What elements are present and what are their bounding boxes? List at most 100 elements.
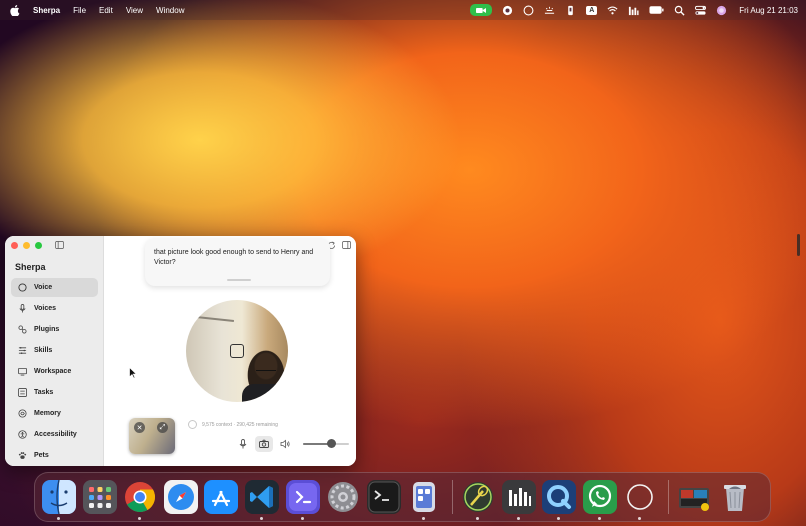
bubble-drag-handle[interactable] — [227, 279, 251, 281]
spotlight-search-icon[interactable] — [674, 5, 685, 16]
compass-icon[interactable] — [523, 5, 534, 16]
sidebar-item-accessibility[interactable]: Accessibility — [11, 425, 98, 444]
dock-terminal[interactable] — [366, 480, 401, 514]
menu-edit[interactable]: Edit — [99, 6, 113, 15]
menu-app-name[interactable]: Sherpa — [33, 6, 60, 15]
running-indicator — [422, 517, 426, 520]
dock-safari[interactable] — [163, 480, 198, 514]
menu-window[interactable]: Window — [156, 6, 184, 15]
volume-slider-knob[interactable] — [327, 439, 337, 448]
mouse-cursor-icon — [129, 367, 137, 379]
close-window-button[interactable] — [11, 242, 18, 249]
sidebar-item-memory[interactable]: Memory — [11, 404, 98, 423]
running-indicator — [138, 517, 142, 520]
dock-trash[interactable] — [718, 480, 752, 514]
dock-simulator[interactable] — [407, 480, 441, 520]
control-center-icon[interactable] — [695, 5, 707, 16]
stats-app-icon — [501, 480, 536, 514]
sidebar-item-skills[interactable]: Skills — [11, 341, 98, 360]
running-indicator — [475, 517, 479, 520]
camera-icon — [259, 439, 269, 448]
dock-whatsapp[interactable] — [582, 480, 617, 520]
terminal-icon — [366, 480, 401, 514]
facetime-camera-icon[interactable] — [470, 4, 493, 16]
context-status: 9,575 context · 290,425 remaining — [188, 420, 278, 429]
minimize-window-button[interactable] — [23, 242, 30, 249]
brightness-icon[interactable] — [544, 5, 555, 16]
dock-finder[interactable] — [42, 480, 76, 520]
preview-detail — [242, 384, 288, 402]
trash-icon — [723, 485, 746, 511]
desktop-edge-handle[interactable] — [797, 234, 800, 256]
sidebar-item-workspace[interactable]: Workspace — [11, 362, 98, 381]
running-indicator — [300, 517, 304, 520]
camera-preview[interactable] — [186, 300, 288, 402]
paw-icon — [17, 451, 27, 461]
menu-file[interactable]: File — [73, 6, 86, 15]
dock — [34, 472, 771, 522]
stats-icon[interactable] — [628, 5, 639, 16]
dock-launchpad[interactable] — [82, 480, 117, 514]
apple-menu-icon[interactable] — [10, 4, 20, 16]
record-icon[interactable] — [502, 5, 513, 16]
dock-circle-app[interactable] — [623, 480, 657, 520]
sidebar-item-label: Skills — [34, 347, 53, 354]
dock-recent-documents[interactable] — [677, 480, 711, 514]
panel-toggle-icon[interactable] — [342, 241, 351, 249]
dock-app-store[interactable] — [204, 480, 239, 514]
battery-icon[interactable] — [649, 5, 664, 16]
launchpad-icon — [82, 480, 117, 514]
skills-icon — [17, 346, 27, 356]
safari-icon — [163, 480, 198, 514]
menu-view[interactable]: View — [126, 6, 143, 15]
sidebar-toggle-icon[interactable] — [55, 241, 64, 249]
thumbnail-close-icon[interactable]: ✕ — [134, 422, 145, 433]
wifi-icon[interactable] — [607, 5, 618, 16]
screenshot-thumbnail[interactable]: ✕ ⤢ — [129, 418, 175, 454]
volume-slider[interactable] — [303, 439, 349, 449]
sidebar-item-label: Voice — [34, 284, 53, 291]
message-bubble: that picture look good enough to send to… — [145, 238, 330, 286]
tasks-icon — [17, 388, 27, 398]
workspace-icon — [17, 367, 27, 377]
sidebar-title: Sherpa — [15, 262, 46, 272]
microphone-button[interactable] — [234, 436, 252, 452]
quicktime-icon — [542, 480, 577, 514]
dock-stats[interactable] — [501, 480, 536, 520]
window-controls — [11, 242, 47, 249]
thumbnail-expand-icon[interactable]: ⤢ — [157, 422, 168, 433]
dock-quicktime[interactable] — [542, 480, 577, 520]
dock-system-settings[interactable] — [326, 480, 360, 514]
sidebar-item-label: Workspace — [34, 368, 72, 375]
sidebar-item-voice[interactable]: Voice — [11, 278, 98, 297]
menu-bar: Sherpa File Edit View Window A Fri Aug 2… — [0, 0, 806, 20]
message-text: that picture look good enough to send to… — [154, 249, 314, 266]
sidebar-item-label: Tasks — [34, 389, 54, 396]
sidebar-item-label: Pets — [34, 452, 49, 459]
voice-controls — [234, 436, 349, 452]
menu-clock[interactable]: Fri Aug 21 21:03 — [739, 6, 798, 15]
siri-icon[interactable] — [716, 5, 727, 16]
keyboard-input-icon[interactable]: A — [586, 5, 598, 15]
camera-button[interactable] — [255, 436, 273, 452]
dock-chrome[interactable] — [123, 480, 157, 520]
dock-vscode[interactable] — [244, 480, 279, 520]
plugins-icon — [17, 325, 27, 335]
dock-separator — [451, 480, 453, 514]
sidebar-item-voices[interactable]: Voices — [11, 299, 98, 318]
sidebar-item-plugins[interactable]: Plugins — [11, 320, 98, 339]
speaker-button[interactable] — [276, 436, 294, 452]
sidebar-item-tasks[interactable]: Tasks — [11, 383, 98, 402]
dock-sherpa[interactable] — [285, 480, 320, 520]
circle-icon — [627, 484, 654, 510]
chrome-icon — [125, 482, 156, 513]
dock-badminton-timer[interactable] — [461, 480, 495, 520]
zoom-window-button[interactable] — [35, 242, 42, 249]
speaker-icon — [280, 439, 290, 449]
running-indicator — [638, 517, 642, 520]
sidebar: Sherpa Voice Voices Plugins Skills Works… — [5, 236, 104, 466]
running-indicator — [259, 517, 263, 520]
preview-detail — [256, 370, 276, 373]
battery-app-icon[interactable] — [565, 5, 576, 16]
sidebar-item-pets[interactable]: Pets — [11, 446, 98, 465]
